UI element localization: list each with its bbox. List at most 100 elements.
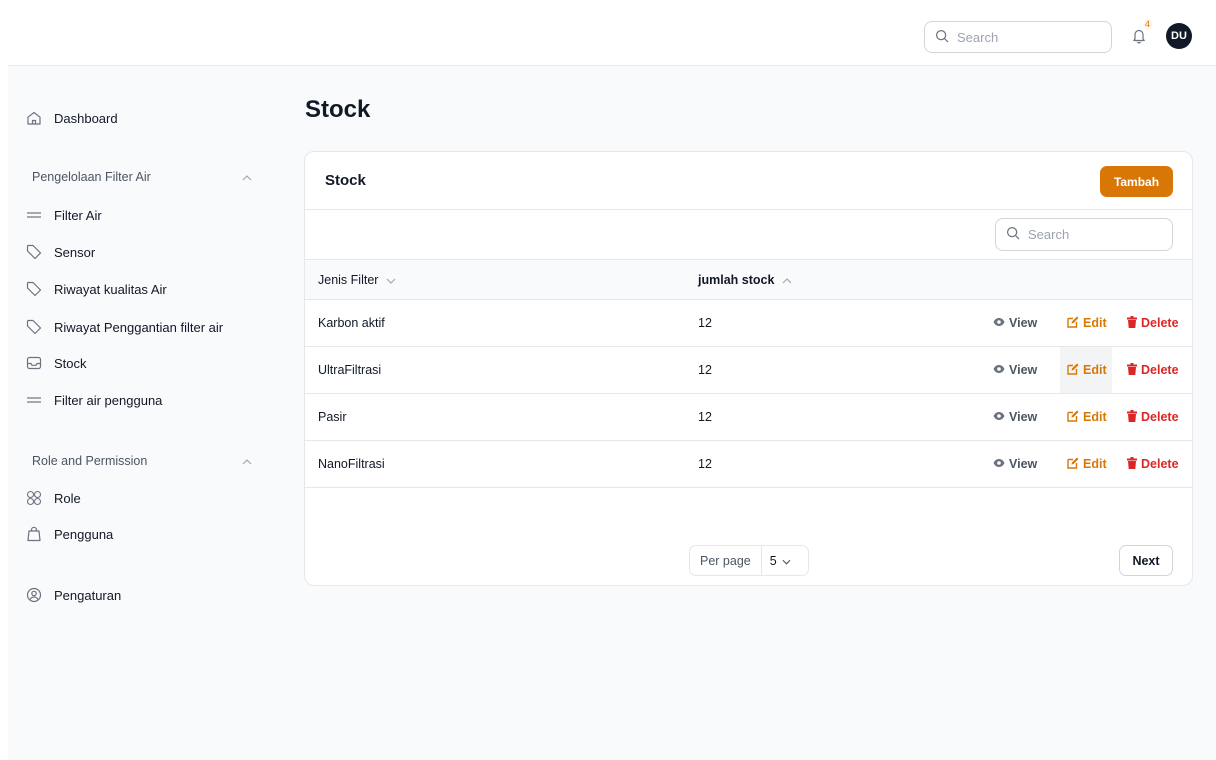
delete-label: Delete (1141, 316, 1179, 330)
trash-icon (1127, 362, 1137, 378)
card-header: Stock Tambah (305, 152, 1192, 210)
edit-icon (1067, 316, 1079, 331)
add-button[interactable]: Tambah (1100, 166, 1173, 197)
column-header-label: Jenis Filter (318, 273, 379, 287)
view-button[interactable]: View (993, 408, 1037, 426)
table-row: UltraFiltrasi 12 View Edit Delete (305, 347, 1192, 394)
trash-icon (1127, 456, 1137, 472)
delete-button[interactable]: Delete (1127, 408, 1179, 426)
edit-button[interactable]: Edit (1067, 408, 1107, 426)
per-page-value: 5 (769, 553, 777, 568)
view-label: View (1009, 363, 1038, 377)
column-header-jenis-filter[interactable]: Jenis Filter (318, 273, 396, 287)
sidebar-item-dashboard[interactable]: Dashboard (26, 103, 118, 133)
home-icon (26, 110, 42, 126)
inbox-icon (26, 355, 42, 371)
tag-icon (26, 319, 42, 335)
sidebar-item-riwayat-kualitas[interactable]: Riwayat kualitas Air (26, 274, 167, 304)
search-icon (935, 29, 949, 46)
delete-button[interactable]: Delete (1127, 361, 1179, 379)
sidebar-item-pengaturan[interactable]: Pengaturan (26, 580, 121, 610)
sidebar-item-filter-air[interactable]: Filter Air (26, 200, 102, 230)
nav-group-title: Pengelolaan Filter Air (32, 170, 151, 184)
sidebar-item-label: Filter air pengguna (54, 392, 163, 408)
table-search-input[interactable] (1028, 227, 1158, 242)
eye-icon (993, 316, 1005, 330)
delete-button[interactable]: Delete (1127, 455, 1179, 473)
cell-jenis-filter: NanoFiltrasi (318, 457, 385, 471)
sidebar-item-filter-air-pengguna[interactable]: Filter air pengguna (26, 385, 162, 415)
column-header-label: jumlah stock (698, 273, 775, 287)
eye-icon (993, 363, 1005, 377)
user-circle-icon (26, 587, 42, 603)
sidebar-item-label: Riwayat kualitas Air (54, 281, 167, 297)
chevron-down-icon (782, 554, 791, 568)
table-row: Pasir 12 View Edit Delete (305, 394, 1192, 441)
nav-group-filter-air[interactable]: Pengelolaan Filter Air (32, 165, 252, 189)
edit-icon (1067, 410, 1079, 425)
card-title: Stock (325, 172, 366, 189)
sidebar-item-label: Stock (54, 355, 87, 371)
sidebar-item-stock[interactable]: Stock (26, 348, 87, 378)
chevron-up-icon (782, 273, 792, 287)
table-row: NanoFiltrasi 12 View Edit Delete (305, 441, 1192, 488)
chevron-up-icon (242, 454, 252, 468)
delete-label: Delete (1141, 410, 1179, 424)
bell-icon (1131, 27, 1147, 47)
global-search[interactable] (924, 21, 1112, 53)
app-frame: 4 DU Dashboard Pengelolaan Filter Air Fi… (8, 8, 1216, 760)
bars-icon (26, 392, 42, 408)
per-page-control: Per page 5 (689, 545, 809, 576)
edit-button[interactable]: Edit (1067, 314, 1107, 332)
trash-icon (1127, 315, 1137, 331)
tag-icon (26, 244, 42, 260)
grid-icon (26, 490, 42, 506)
nav-group-role-permission[interactable]: Role and Permission (32, 449, 252, 473)
table-search[interactable] (995, 218, 1173, 251)
edit-icon (1067, 363, 1079, 378)
view-label: View (1009, 457, 1038, 471)
table-row: Karbon aktif 12 View Edit Delete (305, 300, 1192, 347)
sidebar-item-label: Role (54, 490, 81, 506)
notification-badge: 4 (1143, 19, 1153, 30)
edit-icon (1067, 457, 1079, 472)
global-search-input[interactable] (957, 29, 1087, 45)
sidebar-item-label: Pengguna (54, 526, 114, 542)
edit-label: Edit (1083, 316, 1107, 330)
sidebar: Dashboard Pengelolaan Filter Air Filter … (8, 66, 280, 760)
sidebar-item-pengguna[interactable]: Pengguna (26, 519, 113, 549)
edit-label: Edit (1083, 410, 1107, 424)
cell-jenis-filter: UltraFiltrasi (318, 363, 382, 377)
view-label: View (1009, 410, 1038, 424)
sidebar-item-role[interactable]: Role (26, 483, 81, 513)
edit-button[interactable]: Edit (1067, 455, 1107, 473)
bag-icon (26, 526, 42, 542)
stock-card: Stock Tambah Jenis Filter jumlah stock (304, 151, 1193, 586)
eye-icon (993, 457, 1005, 471)
eye-icon (993, 410, 1005, 424)
chevron-down-icon (386, 273, 396, 287)
column-header-jumlah-stock[interactable]: jumlah stock (698, 273, 792, 287)
delete-label: Delete (1141, 363, 1179, 377)
next-page-button[interactable]: Next (1119, 545, 1173, 576)
search-icon (1006, 226, 1020, 243)
sidebar-item-sensor[interactable]: Sensor (26, 237, 95, 267)
edit-button[interactable]: Edit (1067, 361, 1107, 379)
cell-jumlah-stock: 12 (698, 410, 712, 424)
per-page-select[interactable]: 5 (762, 554, 799, 568)
edit-label: Edit (1083, 457, 1107, 471)
per-page-label: Per page (690, 546, 762, 575)
trash-icon (1127, 409, 1137, 425)
table-header: Jenis Filter jumlah stock (305, 259, 1192, 300)
delete-label: Delete (1141, 457, 1179, 471)
sidebar-item-riwayat-penggantian[interactable]: Riwayat Penggantian filter air (26, 312, 223, 342)
view-button[interactable]: View (993, 314, 1037, 332)
cell-jenis-filter: Karbon aktif (318, 316, 385, 330)
avatar[interactable]: DU (1166, 23, 1192, 49)
view-button[interactable]: View (993, 361, 1037, 379)
view-button[interactable]: View (993, 455, 1037, 473)
delete-button[interactable]: Delete (1127, 314, 1179, 332)
sidebar-item-label: Sensor (54, 244, 96, 260)
cell-jumlah-stock: 12 (698, 457, 712, 471)
sidebar-item-label: Dashboard (54, 110, 118, 126)
